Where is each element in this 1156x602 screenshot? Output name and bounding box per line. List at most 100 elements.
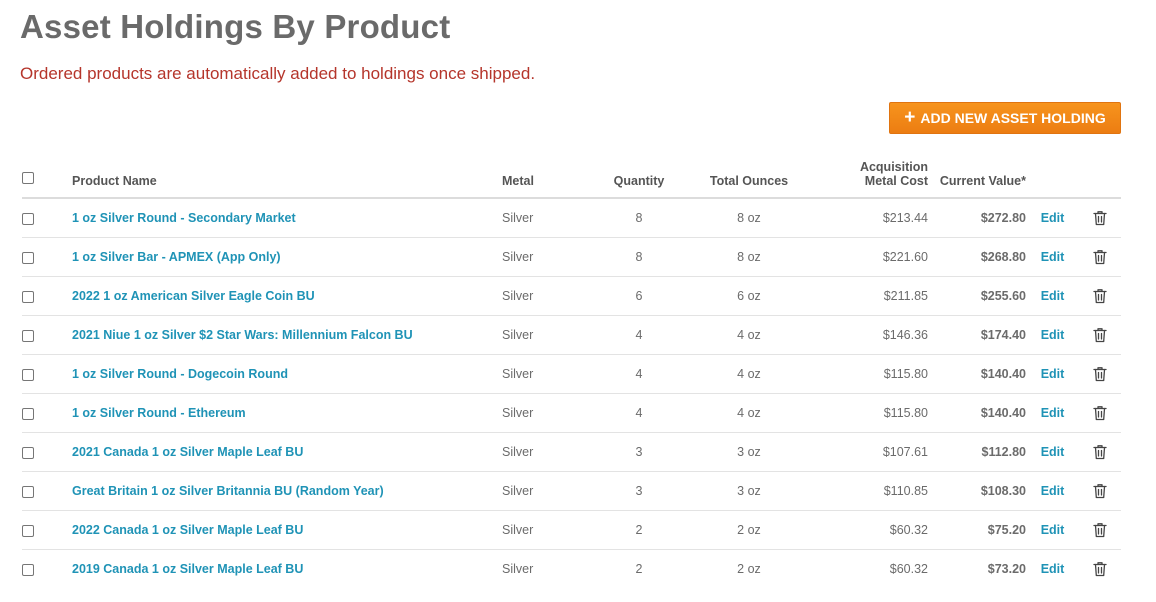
- edit-cell: Edit: [1026, 315, 1079, 355]
- quantity-cell: 8: [592, 237, 686, 277]
- product-link[interactable]: Great Britain 1 oz Silver Britannia BU (…: [72, 484, 384, 498]
- quantity-cell: 4: [592, 354, 686, 394]
- trash-icon[interactable]: [1093, 366, 1107, 382]
- column-current-value[interactable]: Current Value*: [928, 158, 1026, 199]
- product-link[interactable]: 1 oz Silver Round - Dogecoin Round: [72, 367, 288, 381]
- product-link[interactable]: 1 oz Silver Bar - APMEX (App Only): [72, 250, 281, 264]
- quantity-cell: 2: [635, 562, 643, 576]
- row-checkbox[interactable]: [22, 212, 34, 225]
- edit-link[interactable]: Edit: [1041, 250, 1065, 264]
- table-row: 1 oz Silver Round - Dogecoin Round Silver…: [22, 354, 1121, 394]
- edit-link[interactable]: Edit: [1041, 445, 1065, 459]
- product-link[interactable]: 1 oz Silver Round - Ethereum: [72, 406, 246, 420]
- current-value-cell: $73.20: [987, 562, 1026, 576]
- acquisition-cost-cell: $211.85: [812, 276, 928, 316]
- column-acquisition-metal-cost[interactable]: Acquisition Metal Cost: [812, 158, 928, 199]
- quantity-cell: 8: [592, 198, 686, 238]
- select-all-checkbox[interactable]: [22, 172, 34, 184]
- row-select-cell: [22, 315, 72, 355]
- edit-cell: Edit: [1026, 393, 1079, 433]
- row-checkbox[interactable]: [22, 368, 34, 381]
- metal-cell: Silver: [502, 354, 592, 394]
- current-value-cell: $255.60: [928, 276, 1026, 316]
- trash-icon[interactable]: [1093, 288, 1107, 304]
- acquisition-cost-cell: $115.80: [812, 354, 928, 394]
- table-row: 2022 1 oz American Silver Eagle Coin BU S…: [22, 276, 1121, 316]
- add-new-asset-holding-button[interactable]: + ADD NEW ASSET HOLDING: [889, 102, 1121, 134]
- plus-icon: +: [904, 107, 916, 128]
- product-name-cell: 2021 Canada 1 oz Silver Maple Leaf BU: [72, 432, 502, 472]
- trash-icon[interactable]: [1093, 483, 1107, 499]
- metal-cell: Silver: [502, 510, 592, 550]
- delete-cell: [1079, 354, 1121, 394]
- metal-cell: Silver: [502, 315, 592, 355]
- row-checkbox[interactable]: [22, 446, 34, 459]
- product-link[interactable]: 2022 1 oz American Silver Eagle Coin BU: [72, 289, 315, 303]
- edit-link[interactable]: Edit: [1041, 328, 1065, 342]
- row-select-cell: [22, 432, 72, 472]
- row-checkbox[interactable]: [22, 290, 34, 303]
- total-ounces-cell: 3 oz: [686, 471, 812, 511]
- table-row: 1 oz Silver Bar - APMEX (App Only) Silver…: [22, 237, 1121, 277]
- edit-link[interactable]: Edit: [1041, 562, 1065, 576]
- total-ounces-cell: 8 oz: [686, 198, 812, 238]
- column-total-ounces[interactable]: Total Ounces: [686, 158, 812, 199]
- current-value-cell: $112.80: [928, 432, 1026, 472]
- delete-cell: [1079, 315, 1121, 355]
- edit-link[interactable]: Edit: [1041, 211, 1065, 225]
- acquisition-cost-cell: $60.32: [812, 510, 928, 550]
- trash-icon[interactable]: [1093, 210, 1107, 226]
- trash-icon[interactable]: [1093, 561, 1107, 577]
- row-select-cell: [22, 237, 72, 277]
- metal-cell: Silver: [502, 471, 592, 511]
- metal-cell: Silver: [502, 393, 592, 433]
- acquisition-cost-cell: $221.60: [812, 237, 928, 277]
- acquisition-cost-cell: $115.80: [812, 393, 928, 433]
- product-link[interactable]: 2022 Canada 1 oz Silver Maple Leaf BU: [72, 523, 303, 537]
- column-product-name[interactable]: Product Name: [72, 158, 502, 199]
- current-value-cell: $140.40: [928, 393, 1026, 433]
- table-row: Great Britain 1 oz Silver Britannia BU (…: [22, 471, 1121, 511]
- row-checkbox[interactable]: [22, 485, 34, 498]
- metal-cell: Silver: [502, 237, 592, 277]
- quantity-cell: 6: [592, 276, 686, 316]
- edit-link[interactable]: Edit: [1041, 367, 1065, 381]
- trash-icon[interactable]: [1093, 249, 1107, 265]
- row-checkbox[interactable]: [22, 407, 34, 420]
- edit-link[interactable]: Edit: [1041, 523, 1065, 537]
- trash-icon[interactable]: [1093, 327, 1107, 343]
- edit-link[interactable]: Edit: [1041, 484, 1065, 498]
- column-metal[interactable]: Metal: [502, 158, 592, 199]
- row-select-cell: [22, 198, 72, 238]
- total-ounces-cell: 6 oz: [686, 276, 812, 316]
- quantity-cell: 4: [592, 393, 686, 433]
- edit-link[interactable]: Edit: [1041, 289, 1065, 303]
- shipping-notice: Ordered products are automatically added…: [20, 64, 536, 83]
- asset-holdings-page: Asset Holdings By Product Ordered produc…: [0, 0, 1156, 602]
- current-value-cell: $140.40: [928, 354, 1026, 394]
- trash-icon[interactable]: [1093, 522, 1107, 538]
- row-checkbox[interactable]: [22, 524, 34, 537]
- acquisition-cost-cell: $60.32: [889, 562, 928, 576]
- delete-cell: [1079, 198, 1121, 238]
- row-checkbox[interactable]: [22, 251, 34, 264]
- acquisition-cost-cell: $213.44: [812, 198, 928, 238]
- product-link[interactable]: 2021 Canada 1 oz Silver Maple Leaf BU: [72, 445, 303, 459]
- delete-cell: [1079, 432, 1121, 472]
- current-value-cell: $268.80: [928, 237, 1026, 277]
- row-checkbox[interactable]: [22, 563, 34, 576]
- product-link[interactable]: 2019 Canada 1 oz Silver Maple Leaf BU: [72, 562, 303, 576]
- delete-cell: [1079, 471, 1121, 511]
- product-name-cell: 1 oz Silver Round - Ethereum: [72, 393, 502, 433]
- edit-cell: Edit: [1026, 237, 1079, 277]
- trash-icon[interactable]: [1093, 444, 1107, 460]
- delete-cell: [1079, 510, 1121, 550]
- table-row: 2021 Niue 1 oz Silver $2 Star Wars: Mill…: [22, 315, 1121, 355]
- product-link[interactable]: 1 oz Silver Round - Secondary Market: [72, 211, 296, 225]
- edit-link[interactable]: Edit: [1041, 406, 1065, 420]
- product-link[interactable]: 2021 Niue 1 oz Silver $2 Star Wars: Mill…: [72, 328, 413, 342]
- row-checkbox[interactable]: [22, 329, 34, 342]
- column-quantity[interactable]: Quantity: [592, 158, 686, 199]
- trash-icon[interactable]: [1093, 405, 1107, 421]
- product-name-cell: 2022 Canada 1 oz Silver Maple Leaf BU: [72, 510, 502, 550]
